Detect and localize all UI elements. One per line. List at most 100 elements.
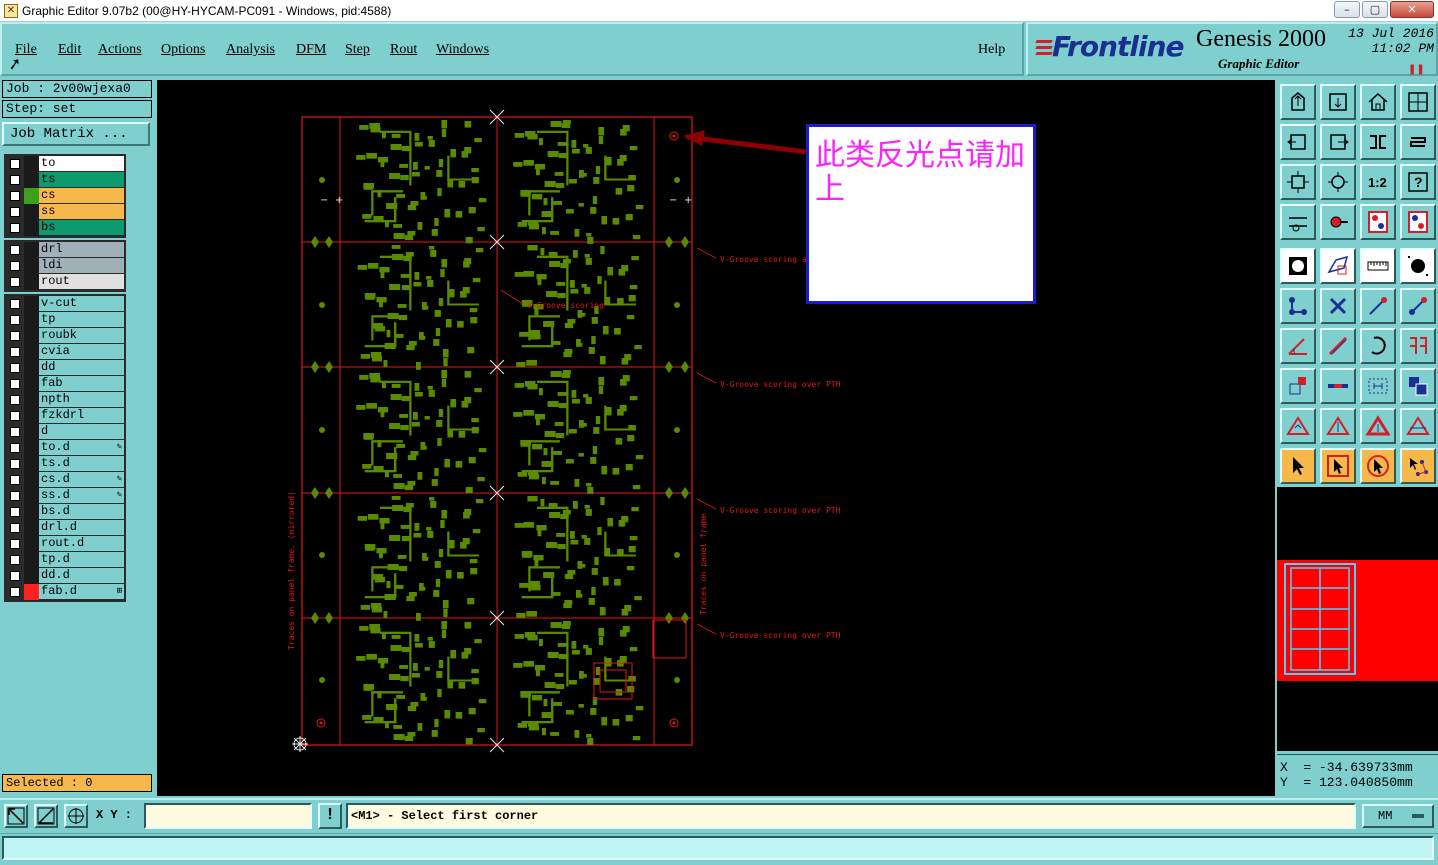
- alert-button[interactable]: !: [318, 803, 342, 829]
- cross-button[interactable]: [1320, 288, 1356, 324]
- layer-name[interactable]: bs.d: [39, 504, 124, 520]
- layer-checkbox[interactable]: [6, 504, 24, 520]
- menu-dfm[interactable]: DFM: [296, 42, 326, 58]
- layer-color-swatch[interactable]: [24, 472, 39, 488]
- layer-name[interactable]: to: [39, 156, 124, 172]
- layer-color-swatch[interactable]: [24, 258, 39, 274]
- layer-color-swatch[interactable]: [24, 360, 39, 376]
- layer-checkbox[interactable]: [6, 456, 24, 472]
- layer-row-fab-d[interactable]: fab.d ⊞: [6, 584, 124, 600]
- help-button[interactable]: ?: [1400, 164, 1436, 200]
- layer-color-swatch[interactable]: [24, 392, 39, 408]
- traffic-light-2-button[interactable]: [1400, 204, 1436, 240]
- layer-row-cs[interactable]: cs: [6, 188, 124, 204]
- layer-name[interactable]: ss.d ✎: [39, 488, 124, 504]
- layer-name[interactable]: rout.d: [39, 536, 124, 552]
- layer-row-cs-d[interactable]: cs.d ✎: [6, 472, 124, 488]
- polygon-button[interactable]: [1320, 248, 1356, 284]
- layer-name[interactable]: cvia: [39, 344, 124, 360]
- layer-checkbox[interactable]: [6, 258, 24, 274]
- move-button[interactable]: [1280, 368, 1316, 404]
- layer-color-swatch[interactable]: [24, 488, 39, 504]
- layer-color-swatch[interactable]: [24, 242, 39, 258]
- menu-options[interactable]: Options: [161, 42, 205, 58]
- layer-row-ss[interactable]: ss: [6, 204, 124, 220]
- layer-checkbox[interactable]: [6, 584, 24, 600]
- layer-color-swatch[interactable]: [24, 520, 39, 536]
- layer-name[interactable]: npth: [39, 392, 124, 408]
- menu-actions[interactable]: Actions: [98, 42, 142, 58]
- pointer-circle-button[interactable]: [1360, 448, 1396, 484]
- pointer-network-button[interactable]: [1400, 448, 1436, 484]
- layer-checkbox[interactable]: [6, 440, 24, 456]
- layer-checkbox[interactable]: [6, 392, 24, 408]
- layer-name[interactable]: fab: [39, 376, 124, 392]
- layer-checkbox[interactable]: [6, 408, 24, 424]
- layer-checkbox[interactable]: [6, 274, 24, 290]
- layer-color-swatch[interactable]: [24, 172, 39, 188]
- layer-row-dd-d[interactable]: dd.d: [6, 568, 124, 584]
- layer-name[interactable]: tp: [39, 312, 124, 328]
- layer-name[interactable]: dd.d: [39, 568, 124, 584]
- layer-list-scrollbar[interactable]: [128, 154, 152, 684]
- triangle-button[interactable]: [1280, 408, 1316, 444]
- ratio-1-2-button[interactable]: 1:2: [1360, 164, 1396, 200]
- measure-button[interactable]: [1280, 204, 1316, 240]
- layer-name[interactable]: cs: [39, 188, 124, 204]
- layer-name[interactable]: dd: [39, 360, 124, 376]
- layer-name[interactable]: bs: [39, 220, 124, 236]
- layer-row-fzkdrl[interactable]: fzkdrl: [6, 408, 124, 424]
- layer-checkbox[interactable]: [6, 424, 24, 440]
- layer-row-tp-d[interactable]: tp.d: [6, 552, 124, 568]
- select-button[interactable]: [1280, 248, 1316, 284]
- layer-checkbox[interactable]: [6, 488, 24, 504]
- layer-name[interactable]: drl.d: [39, 520, 124, 536]
- layer-row-to[interactable]: to: [6, 156, 124, 172]
- layer-row-rout-d[interactable]: rout.d: [6, 536, 124, 552]
- angle-button[interactable]: [1280, 328, 1316, 364]
- zoom-fit-button[interactable]: [1320, 164, 1356, 200]
- layer-checkbox[interactable]: [6, 156, 24, 172]
- save-button[interactable]: [1320, 84, 1356, 120]
- minimize-button[interactable]: –: [1334, 1, 1360, 18]
- resize-button[interactable]: [1320, 368, 1356, 404]
- frame-button[interactable]: [1360, 368, 1396, 404]
- connect-button[interactable]: [1280, 288, 1316, 324]
- layer-color-swatch[interactable]: [24, 344, 39, 360]
- layer-checkbox[interactable]: [6, 552, 24, 568]
- graphic-canvas[interactable]: V-Groove scoring a V-Groove scoring V-Groo…: [157, 80, 1275, 796]
- line-button[interactable]: [1360, 288, 1396, 324]
- point-line-button[interactable]: [1400, 288, 1436, 324]
- layer-checkbox[interactable]: [6, 242, 24, 258]
- layer-row-bs-d[interactable]: bs.d: [6, 504, 124, 520]
- layer-name[interactable]: ts.d: [39, 456, 124, 472]
- layer-name[interactable]: tp.d: [39, 552, 124, 568]
- redraw-button[interactable]: [1400, 124, 1436, 160]
- layer-color-swatch[interactable]: [24, 328, 39, 344]
- layer-name[interactable]: fzkdrl: [39, 408, 124, 424]
- layer-name[interactable]: ss: [39, 204, 124, 220]
- flip-button[interactable]: [1400, 328, 1436, 364]
- layer-color-swatch[interactable]: [24, 188, 39, 204]
- layer-name[interactable]: rout: [39, 274, 124, 290]
- layer-row-npth[interactable]: npth: [6, 392, 124, 408]
- probe-button[interactable]: [1320, 204, 1356, 240]
- layer-row-d[interactable]: d: [6, 424, 124, 440]
- layer-checkbox[interactable]: [6, 376, 24, 392]
- menu-help[interactable]: Help: [978, 42, 1005, 58]
- zoom-in-button[interactable]: [1320, 124, 1356, 160]
- layer-color-swatch[interactable]: [24, 296, 39, 312]
- layer-checkbox[interactable]: [6, 568, 24, 584]
- fit-button[interactable]: [1280, 164, 1316, 200]
- triangle-2-button[interactable]: [1320, 408, 1356, 444]
- layer-checkbox[interactable]: [6, 344, 24, 360]
- layer-row-drl[interactable]: drl: [6, 242, 124, 258]
- layer-name[interactable]: cs.d ✎: [39, 472, 124, 488]
- pad-button[interactable]: [1400, 248, 1436, 284]
- arc-button[interactable]: [1360, 328, 1396, 364]
- layer-row-v-cut[interactable]: v-cut: [6, 296, 124, 312]
- layer-name[interactable]: v-cut: [39, 296, 124, 312]
- layer-name[interactable]: roubk: [39, 328, 124, 344]
- layer-row-drl-d[interactable]: drl.d: [6, 520, 124, 536]
- layer-row-ts[interactable]: ts: [6, 172, 124, 188]
